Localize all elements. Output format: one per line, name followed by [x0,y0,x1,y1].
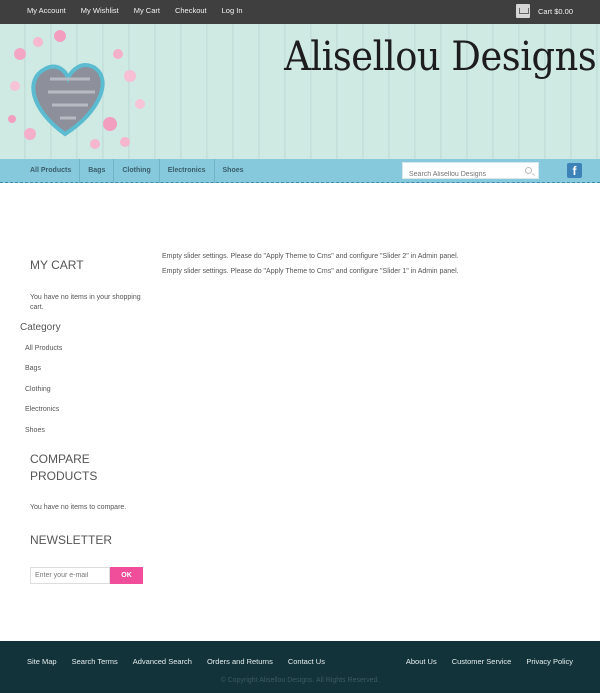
header-banner: Alisellou Designs [0,24,600,159]
compare-title-line1: COMPARE [30,452,90,466]
heart-buttons-decoration [8,30,145,149]
site-title: Alisellou Designs [283,34,597,80]
footer-link-customer-service[interactable]: Customer Service [452,657,512,666]
log-in-link[interactable]: Log In [222,6,243,15]
copyright-text: © Copyright Alisellou Designs. All Right… [220,677,380,684]
nav-shoes[interactable]: Shoes [215,159,252,183]
footer-link-about-us[interactable]: About Us [406,657,437,666]
category-item-all-products[interactable]: All Products [25,345,62,352]
footer-link-advanced-search[interactable]: Advanced Search [133,657,192,666]
category-title: Category [20,322,61,333]
category-item-electronics[interactable]: Electronics [25,406,59,413]
facebook-icon[interactable]: f [567,163,582,178]
slider-message: Empty slider settings. Please do "Apply … [162,253,459,260]
category-item-clothing[interactable]: Clothing [25,386,51,393]
footer-link-site-map[interactable]: Site Map [27,657,57,666]
nav-all-products[interactable]: All Products [22,159,81,183]
checkout-link[interactable]: Checkout [175,6,207,15]
search-icon[interactable] [525,167,532,174]
compare-title-line2: PRODUCTS [30,469,98,483]
footer-link-contact-us[interactable]: Contact Us [288,657,325,666]
top-bar: My Account My Wishlist My Cart Checkout … [0,0,600,24]
slider-message: Empty slider settings. Please do "Apply … [162,268,459,275]
nav-bags[interactable]: Bags [80,159,115,183]
footer-link-privacy-policy[interactable]: Privacy Policy [526,657,573,666]
search-box [402,162,539,182]
nav-electronics[interactable]: Electronics [160,159,215,183]
footer-link-orders-returns[interactable]: Orders and Returns [207,657,273,666]
my-wishlist-link[interactable]: My Wishlist [81,6,119,15]
category-item-bags[interactable]: Bags [25,365,41,372]
cart-icon [515,4,530,18]
my-cart-link[interactable]: My Cart [134,6,160,15]
category-item-shoes[interactable]: Shoes [25,427,45,434]
my-account-link[interactable]: My Account [27,6,66,15]
search-input[interactable] [403,167,513,182]
newsletter-submit-button[interactable]: OK [110,567,143,584]
newsletter-form: OK [30,567,143,584]
nav-clothing[interactable]: Clothing [114,159,160,183]
newsletter-title: NEWSLETTER [30,533,113,547]
compare-empty-text: You have no items to compare. [30,504,127,511]
footer: Site Map Search Terms Advanced Search Or… [0,641,600,693]
top-links: My Account My Wishlist My Cart Checkout … [27,6,258,15]
my-cart-title: MY CART [30,258,84,272]
newsletter-email-field[interactable] [30,567,110,584]
cart-empty-text: You have no items in your shopping cart. [30,294,141,311]
cart-summary[interactable]: Cart $0.00 [538,7,573,16]
footer-link-search-terms[interactable]: Search Terms [72,657,118,666]
header-cart[interactable]: Cart $0.00 [515,4,573,18]
